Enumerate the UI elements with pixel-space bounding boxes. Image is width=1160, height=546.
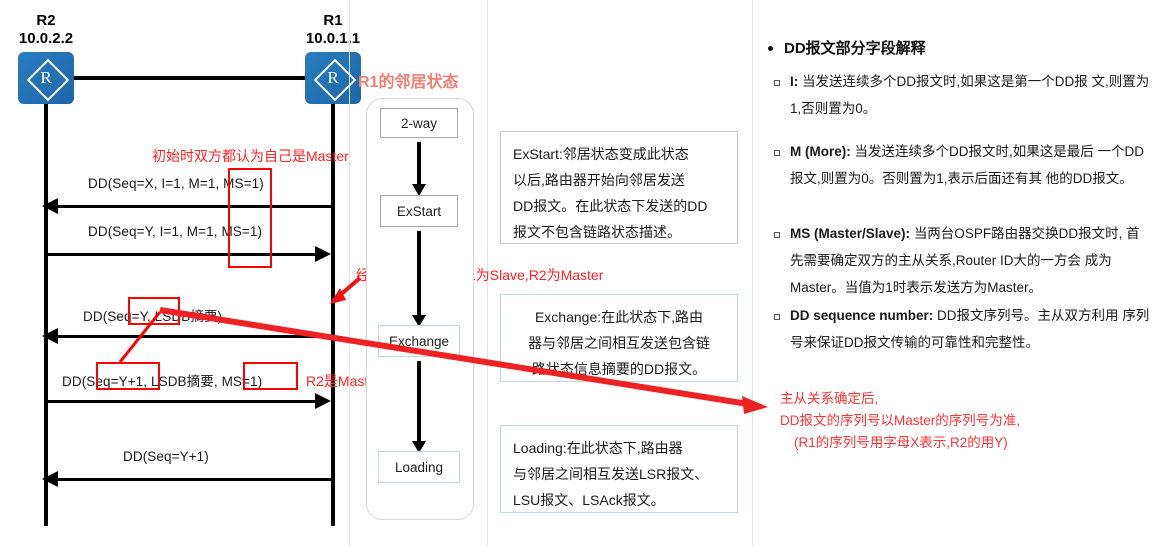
right-panel-item-ddseq: DD sequence number: DD报文序列号。主从双方利用 序列号来保… (790, 302, 1152, 356)
highlight-seq-field-2 (96, 362, 160, 390)
annotation-initial-master: 初始时双方都认为自己是Master (152, 148, 349, 164)
footnote-line: DD报文的序列号以Master的序列号为准, (780, 413, 1021, 428)
message-label-5: DD(Seq=Y+1) (123, 449, 209, 464)
term-label: M (More): (790, 144, 851, 159)
sub-bullet-icon (774, 232, 780, 238)
arrow-head-right-4 (315, 393, 331, 409)
right-panel-item-m: M (More): 当发送连续多个DD报文时,如果这是最后 一个DD报文,则置为… (790, 138, 1152, 192)
highlight-ms-field-2 (243, 362, 298, 390)
description-card-exchange: Exchange:在此状态下,路由 器与邻居之间相互发送包含链 路状态信息摘要的… (500, 294, 738, 382)
arrow-head-left-5 (42, 471, 58, 487)
term-label: DD sequence number: (790, 308, 934, 323)
term-text-line: 他的DD报文。 (1045, 171, 1133, 186)
desc-line: 与邻居之间相互发送LSR报文、 (513, 466, 709, 482)
router-node-r2[interactable]: R2 10.0.2.2 R (18, 12, 74, 104)
sub-bullet-icon (774, 80, 780, 86)
highlight-seq-field-1 (128, 297, 180, 325)
message-arrow-2 (44, 253, 315, 256)
lifeline-r2 (44, 104, 48, 526)
term-label: I: (790, 74, 799, 89)
desc-line: 以后,路由器开始向邻居发送 (513, 172, 685, 188)
footnote-line: (R1的序列号用字母X表示,R2的用Y) (794, 435, 1008, 450)
column-separator (752, 0, 753, 546)
footnote-line: 主从关系确定后, (780, 391, 879, 406)
state-transition-3 (417, 361, 421, 443)
state-label: 2-way (400, 115, 437, 131)
message-arrow-4 (44, 400, 315, 403)
column-separator (349, 0, 350, 546)
state-box-loading[interactable]: Loading (378, 451, 460, 483)
desc-line: Exchange:在此状态下,路由 (534, 309, 704, 325)
state-label: Exchange (388, 333, 450, 349)
desc-line: Loading:在此状态下,路由器 (513, 440, 683, 456)
neighbor-state-title: R1的邻居状态 (358, 74, 459, 91)
router-link (70, 76, 312, 80)
desc-line: 器与邻居之间相互发送包含链 (528, 335, 710, 351)
term-text-line: 当发送连续多个DD报文时,如果这是最后 (854, 144, 1094, 159)
router-r2-glyph: R (40, 68, 52, 87)
router-r1-name: R1 (323, 12, 343, 29)
lifeline-r1 (331, 104, 335, 526)
state-transition-2 (417, 231, 421, 317)
state-box-exstart[interactable]: ExStart (380, 195, 458, 227)
footnote-master-sequence: 主从关系确定后, DD报文的序列号以Master的序列号为准, (R1的序列号用… (780, 388, 1020, 454)
message-arrow-3 (58, 335, 331, 338)
bullet-icon (768, 46, 773, 51)
right-panel-item-ms: MS (Master/Slave): 当两台OSPF路由器交换DD报文时, 首先… (790, 220, 1152, 301)
state-label: Loading (394, 459, 444, 475)
message-label-4: DD(Seq=Y+1, LSDB摘要, MS=1) (62, 374, 263, 389)
router-r2-ip: 10.0.2.2 (18, 30, 74, 47)
message-arrow-5 (58, 478, 331, 481)
router-r1-ip: 10.0.1.1 (305, 30, 361, 47)
desc-line: 路状态信息摘要的DD报文。 (531, 361, 707, 377)
term-text-line: 当发送连续多个DD报文时,如果这是第一个DD报 (802, 74, 1088, 89)
arrow-head-right-2 (315, 246, 331, 262)
router-r2-name: R2 (36, 12, 56, 29)
state-label: ExStart (396, 203, 442, 219)
message-arrow-1 (58, 205, 331, 208)
desc-line: 报文不包含链路状态描述。 (513, 224, 681, 240)
desc-line: DD报文。在此状态下发送的DD (513, 198, 708, 214)
router-r1-glyph: R (327, 68, 339, 87)
term-label: MS (Master/Slave): (790, 226, 911, 241)
arrow-head-left-3 (42, 328, 58, 344)
state-box-2way[interactable]: 2-way (380, 108, 458, 138)
sub-bullet-icon (774, 314, 780, 320)
right-panel-item-i: I: 当发送连续多个DD报文时,如果这是第一个DD报 文,则置为1,否则置为0。 (790, 68, 1152, 122)
right-panel-title: DD报文部分字段解释 (784, 40, 926, 57)
arrow-head-left-1 (42, 198, 58, 214)
desc-line: LSU报文、LSAck报文。 (513, 492, 665, 508)
desc-line: ExStart:邻居状态变成此状态 (513, 146, 689, 162)
state-box-exchange[interactable]: Exchange (378, 325, 460, 357)
description-card-loading: Loading:在此状态下,路由器 与邻居之间相互发送LSR报文、 LSU报文、… (500, 425, 738, 513)
state-transition-1 (417, 142, 421, 186)
term-text-line: 当两台OSPF路由器交换DD报文时, (913, 226, 1123, 241)
sub-bullet-icon (774, 150, 780, 156)
router-node-r1[interactable]: R1 10.0.1.1 R (305, 12, 361, 104)
highlight-ms-field-1 (228, 168, 272, 268)
term-text-line: DD报文序列号。主从双方利用 (937, 308, 1119, 323)
description-card-exstart: ExStart:邻居状态变成此状态 以后,路由器开始向邻居发送 DD报文。在此状… (500, 131, 738, 244)
